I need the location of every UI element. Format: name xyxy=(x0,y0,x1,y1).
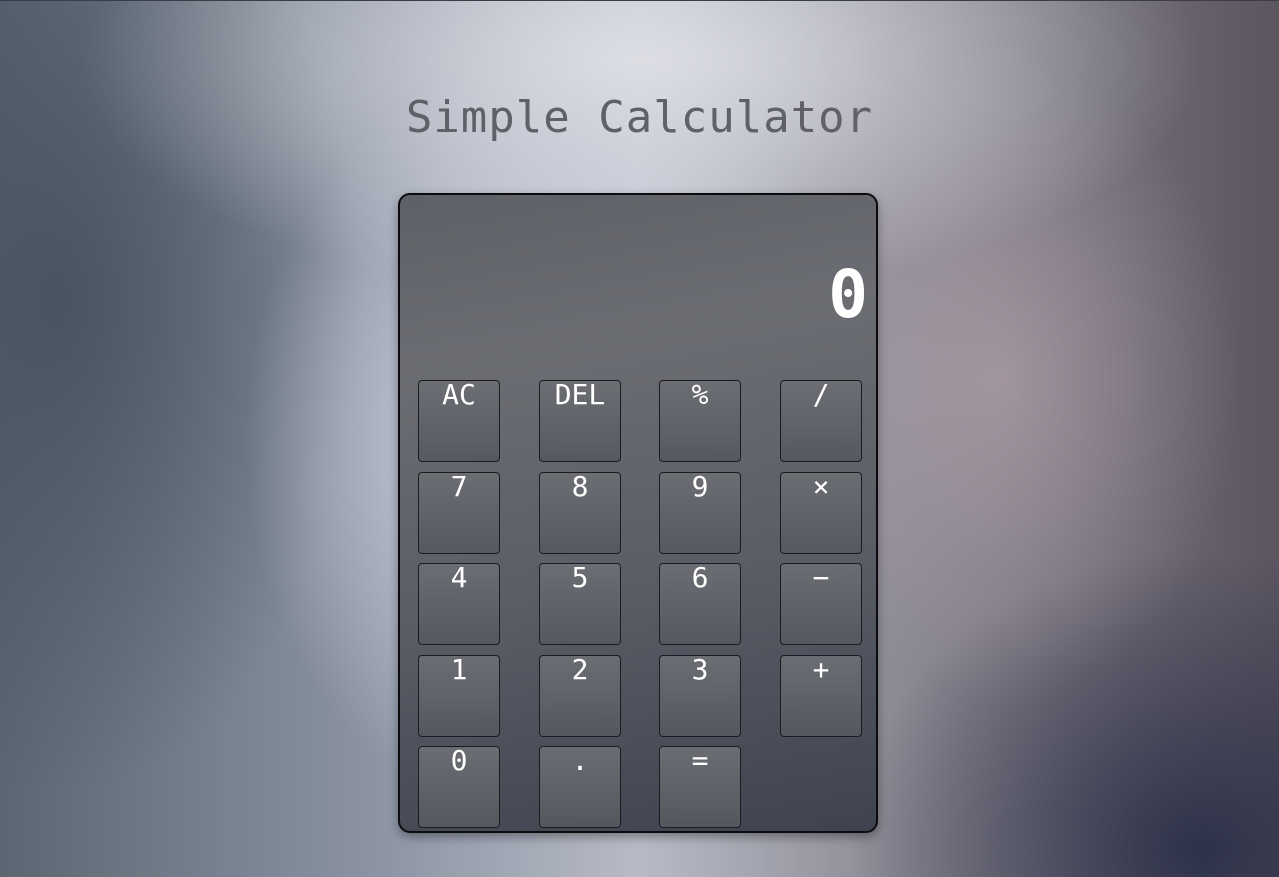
digit-4-button[interactable]: 4 xyxy=(418,563,500,645)
digit-0-button[interactable]: 0 xyxy=(418,746,500,828)
digit-0-label: 0 xyxy=(450,744,468,777)
subtract-button-label: − xyxy=(812,561,830,594)
digit-5-label: 5 xyxy=(571,561,589,594)
add-button[interactable]: + xyxy=(780,655,862,737)
digit-2-button[interactable]: 2 xyxy=(539,655,621,737)
top-border xyxy=(0,0,1279,1)
delete-button[interactable]: DEL xyxy=(539,380,621,462)
subtract-button[interactable]: − xyxy=(780,563,862,645)
equals-button-label: = xyxy=(691,744,709,777)
digit-9-button[interactable]: 9 xyxy=(659,472,741,554)
digit-1-button[interactable]: 1 xyxy=(418,655,500,737)
digit-1-label: 1 xyxy=(450,653,468,686)
page-title: Simple Calculator xyxy=(405,92,874,143)
divide-button[interactable]: / xyxy=(780,380,862,462)
digit-8-button[interactable]: 8 xyxy=(539,472,621,554)
digit-3-button[interactable]: 3 xyxy=(659,655,741,737)
decimal-button-label: . xyxy=(571,744,589,777)
decimal-button[interactable]: . xyxy=(539,746,621,828)
add-button-label: + xyxy=(812,653,830,686)
digit-6-button[interactable]: 6 xyxy=(659,563,741,645)
percent-button-label: % xyxy=(691,378,709,411)
digit-2-label: 2 xyxy=(571,653,589,686)
digit-9-label: 9 xyxy=(691,470,709,503)
multiply-button-label: × xyxy=(812,470,830,503)
ac-button[interactable]: AC xyxy=(418,380,500,462)
equals-button[interactable]: = xyxy=(659,746,741,828)
digit-7-button[interactable]: 7 xyxy=(418,472,500,554)
divide-button-label: / xyxy=(812,378,830,411)
ac-button-label: AC xyxy=(442,378,476,411)
calculator: 0 AC DEL % / 7 8 9 × 4 5 6 − 1 2 3 + 0 .… xyxy=(398,193,878,833)
digit-7-label: 7 xyxy=(450,470,468,503)
calculator-display: 0 xyxy=(828,256,868,333)
digit-6-label: 6 xyxy=(691,561,709,594)
delete-button-label: DEL xyxy=(554,378,606,411)
digit-5-button[interactable]: 5 xyxy=(539,563,621,645)
digit-4-label: 4 xyxy=(450,561,468,594)
multiply-button[interactable]: × xyxy=(780,472,862,554)
digit-3-label: 3 xyxy=(691,653,709,686)
digit-8-label: 8 xyxy=(571,470,589,503)
percent-button[interactable]: % xyxy=(659,380,741,462)
